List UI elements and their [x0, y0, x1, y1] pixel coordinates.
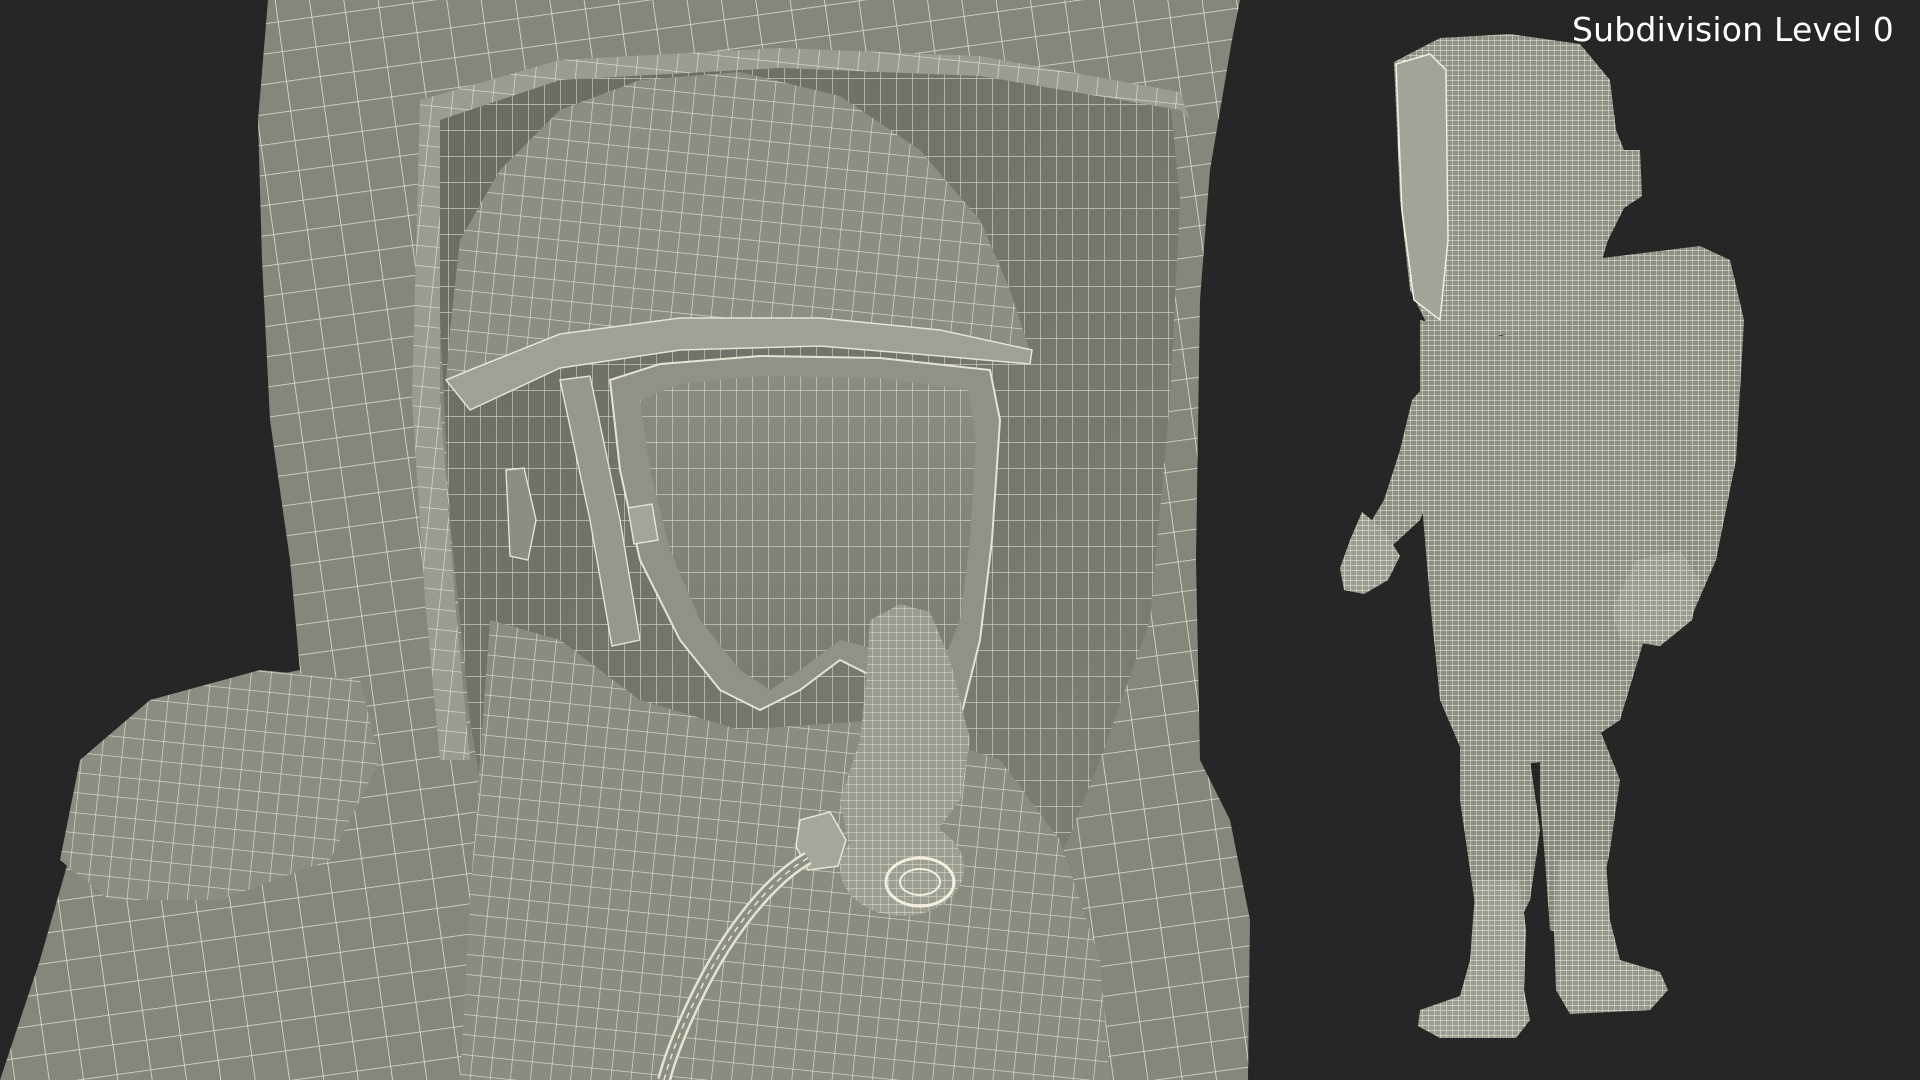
figure-visor-frame: [1395, 53, 1449, 322]
strap-buckle: [627, 503, 659, 545]
closeup-suit-model: [0, 0, 1250, 1080]
full-figure-model: [1340, 34, 1744, 1038]
subdivision-level-label: Subdivision Level 0: [1572, 10, 1894, 49]
render-canvas: [0, 0, 1744, 1080]
render-viewport: Subdivision Level 0: [0, 0, 1920, 1080]
